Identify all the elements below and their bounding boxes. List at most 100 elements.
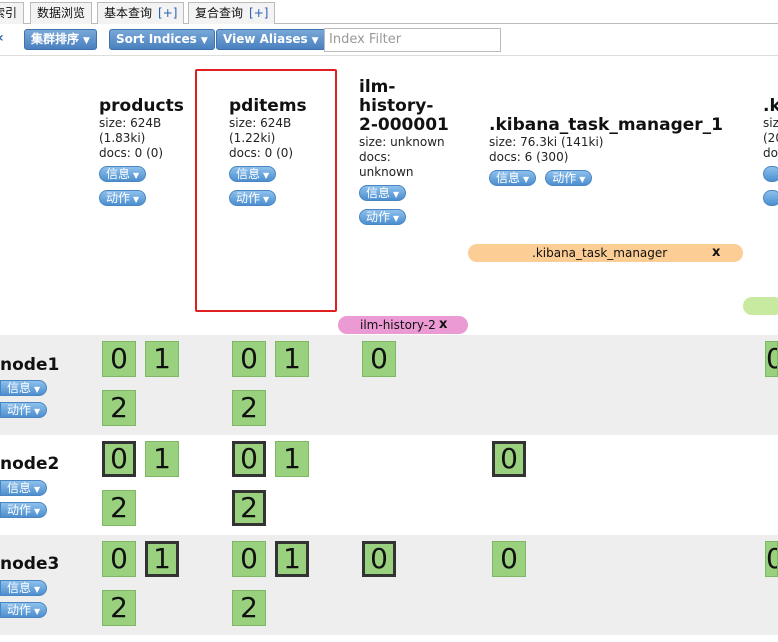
caret-down-icon: ▼ [83, 36, 90, 46]
alias-kibana-task-manager[interactable]: .kibana_task_manager x [468, 244, 743, 262]
node-info-button[interactable]: 信息 ▼ [0, 480, 48, 496]
index-info-button[interactable]: 信息 ▼ [489, 170, 537, 186]
index-name: products [99, 96, 184, 116]
alias-name: .kibana_task_manager [532, 246, 668, 260]
index-size: size: 624B [99, 116, 162, 130]
node-action-button[interactable]: 动作 ▼ [0, 602, 48, 618]
node-info-button[interactable]: 信息 ▼ [0, 380, 48, 396]
index-docs: docs: [359, 150, 391, 164]
tab-label: 复合查询 [195, 6, 244, 20]
shard-box[interactable]: 2 [232, 590, 266, 626]
index-size-total: (20 [763, 131, 778, 145]
shard-box[interactable]: 0 [362, 541, 396, 577]
sort-indices-button[interactable]: Sort Indices ▼ [109, 29, 215, 50]
shard-box[interactable]: 1 [145, 341, 179, 377]
shard-box[interactable]: 2 [232, 490, 266, 526]
index-header-kibana-task-manager: .kibana_task_manager_1 size: 76.3ki (141… [489, 116, 723, 186]
index-docs: docs: 0 (0) [99, 146, 164, 160]
shard-box[interactable]: 1 [275, 541, 309, 577]
node-action-button[interactable]: 动作 ▼ [0, 402, 48, 418]
index-name-line: history- [359, 96, 434, 116]
shard-box[interactable]: 2 [102, 390, 136, 426]
shard-box[interactable]: 0 [102, 441, 136, 477]
view-aliases-label: View Aliases [223, 32, 308, 46]
close-icon[interactable]: x [439, 316, 447, 334]
index-action-button[interactable]: 动作 ▼ [545, 170, 593, 186]
index-size-total: (1.83ki) [99, 131, 146, 145]
node-name: node1 [0, 355, 60, 375]
info-label: 信息 [366, 186, 391, 200]
info-label: 信息 [106, 167, 131, 181]
shard-box[interactable]: 0 [232, 541, 266, 577]
info-label: 信息 [496, 171, 521, 185]
tab-compound-query[interactable]: 复合查询 [+] [188, 2, 276, 24]
index-header-ilm-history: ilm- history- 2-000001 size: unknown doc… [359, 78, 449, 225]
shard-box[interactable]: 2 [102, 590, 136, 626]
tab-add-icon[interactable]: [+] [249, 6, 268, 20]
index-name: .k [763, 97, 778, 116]
tab-basic-query[interactable]: 基本查询 [+] [97, 2, 185, 24]
info-label: 信息 [7, 381, 32, 395]
node-name: node2 [0, 454, 60, 474]
cluster-sort-label: 集群排序 [31, 32, 80, 46]
shard-box[interactable]: 2 [232, 390, 266, 426]
index-action-button[interactable] [763, 190, 778, 206]
tab-bar: 索引 数据浏览 基本查询 [+] 复合查询 [+] [0, 0, 778, 24]
action-label: 动作 [7, 503, 32, 517]
index-header-partial: .k siz (20 doc [763, 97, 778, 206]
index-action-button[interactable]: 动作 ▼ [359, 209, 407, 225]
index-docs: doc [763, 146, 778, 160]
cluster-sort-button[interactable]: 集群排序 ▼ [24, 29, 97, 50]
shard-box[interactable]: 0 [232, 341, 266, 377]
shard-box[interactable]: 0 [232, 441, 266, 477]
shard-box[interactable]: 0 [102, 341, 136, 377]
caret-down-icon: ▼ [523, 175, 530, 184]
shard-box[interactable]: 1 [145, 541, 179, 577]
toolbar: ‹ 集群排序▼ Sort Indices▼ View Aliases▼ Inde… [0, 24, 778, 56]
close-icon[interactable]: x [712, 244, 720, 262]
caret-down-icon: ▼ [393, 214, 400, 223]
index-action-button[interactable]: 动作 ▼ [99, 190, 147, 206]
alias-partial[interactable] [743, 297, 778, 315]
shard-box[interactable]: 0 [492, 541, 526, 577]
node-name: node3 [0, 554, 60, 574]
index-header-products: products size: 624B (1.83ki) docs: 0 (0)… [99, 97, 184, 206]
tab-data-browse[interactable]: 数据浏览 [30, 2, 93, 24]
caret-down-icon: ▼ [133, 195, 140, 204]
shard-box[interactable]: 2 [102, 490, 136, 526]
caret-down-icon: ▼ [34, 607, 41, 616]
shard-box[interactable]: 0 [102, 541, 136, 577]
index-size: siz [763, 116, 778, 130]
shard-box[interactable]: 0 [765, 541, 778, 577]
caret-down-icon: ▼ [133, 171, 140, 180]
shard-box[interactable]: 1 [275, 441, 309, 477]
action-label: 动作 [7, 603, 32, 617]
action-label: 动作 [366, 210, 391, 224]
sort-indices-label: Sort Indices [116, 32, 197, 46]
view-aliases-button[interactable]: View Aliases ▼ [216, 29, 326, 50]
caret-down-icon: ▼ [311, 36, 319, 46]
index-docs: docs: 6 (300) [489, 150, 569, 164]
highlight-box [195, 69, 337, 312]
index-info-button[interactable]: 信息 ▼ [99, 166, 147, 182]
alias-name: ilm-history-2 [360, 318, 436, 332]
shard-box[interactable]: 0 [765, 341, 778, 377]
chevron-left-icon[interactable]: ‹ [0, 30, 4, 46]
tab-label: 基本查询 [104, 6, 153, 20]
tab-indices[interactable]: 索引 [0, 2, 25, 24]
shard-box[interactable]: 0 [492, 441, 526, 477]
node-action-button[interactable]: 动作 ▼ [0, 502, 48, 518]
shard-box[interactable]: 0 [362, 341, 396, 377]
index-size: size: 76.3ki (141ki) [489, 135, 604, 149]
tab-label: 索引 [0, 6, 18, 20]
shard-box[interactable]: 1 [145, 441, 179, 477]
node-info-button[interactable]: 信息 ▼ [0, 580, 48, 596]
index-filter-input[interactable]: Index Filter [324, 28, 501, 52]
caret-down-icon: ▼ [200, 36, 208, 46]
index-info-button[interactable] [763, 166, 778, 182]
tab-add-icon[interactable]: [+] [158, 6, 177, 20]
index-info-button[interactable]: 信息 ▼ [359, 185, 407, 201]
alias-ilm-history[interactable]: ilm-history-2 x [338, 316, 468, 334]
tab-label: 数据浏览 [37, 6, 86, 20]
shard-box[interactable]: 1 [275, 341, 309, 377]
